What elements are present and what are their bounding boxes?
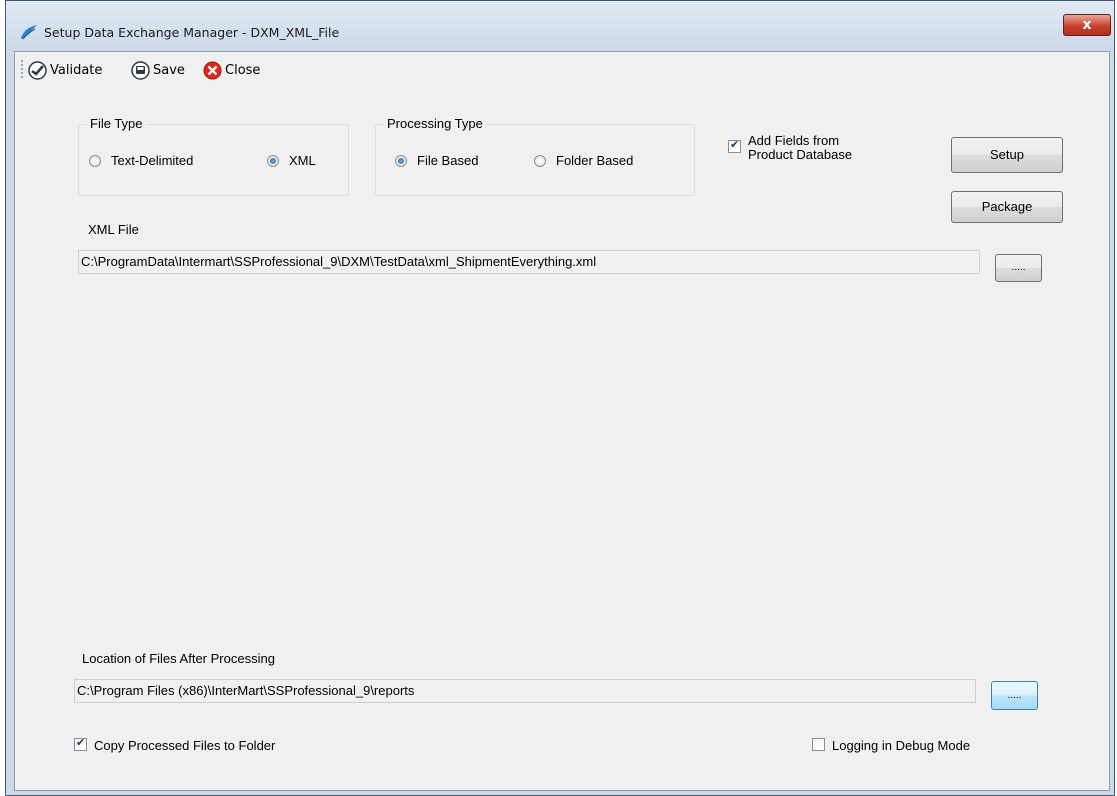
save-icon [131, 60, 150, 80]
save-label: Save [153, 62, 185, 78]
close-label: Close [225, 62, 261, 78]
file-type-group: File Type Text-Delimited XML [78, 116, 349, 196]
radio-indicator [267, 154, 279, 167]
title-bar[interactable]: Setup Data Exchange Manager - DXM_XML_Fi… [6, 1, 1114, 51]
toolbar: Validate Save Close [15, 52, 1109, 86]
radio-file-based-label: File Based [417, 153, 479, 168]
radio-text-delimited-label: Text-Delimited [111, 153, 194, 168]
processing-type-group: Processing Type File Based Folder Based [375, 116, 695, 196]
validate-button[interactable]: Validate [28, 60, 102, 80]
checkbox-indicator [812, 738, 825, 751]
radio-xml[interactable]: XML [267, 153, 316, 168]
radio-indicator [534, 154, 546, 167]
checkbox-indicator [74, 736, 87, 751]
add-fields-label-line1: Add Fields from [748, 133, 840, 148]
validate-icon [28, 60, 47, 80]
package-button[interactable]: Package [951, 191, 1063, 223]
logging-debug-label: Logging in Debug Mode [832, 738, 971, 753]
window: Setup Data Exchange Manager - DXM_XML_Fi… [5, 0, 1115, 796]
radio-xml-label: XML [289, 153, 316, 168]
radio-file-based[interactable]: File Based [395, 153, 478, 168]
radio-indicator [395, 154, 407, 167]
radio-folder-based-label: Folder Based [556, 153, 634, 168]
xml-file-label: XML File [88, 222, 139, 237]
close-icon [203, 61, 222, 79]
save-button[interactable]: Save [131, 60, 185, 80]
add-fields-label-line2: Product Database [748, 147, 853, 162]
setup-button[interactable]: Setup [951, 137, 1063, 173]
xml-file-browse-button[interactable]: ..... [995, 254, 1042, 282]
location-label: Location of Files After Processing [82, 651, 275, 666]
close-button[interactable]: Close [203, 60, 260, 80]
add-fields-checkbox[interactable]: Add Fields from Product Database [728, 134, 852, 162]
radio-text-delimited[interactable]: Text-Delimited [89, 153, 193, 168]
validate-label: Validate [50, 62, 103, 78]
logging-debug-checkbox[interactable]: Logging in Debug Mode [812, 738, 970, 753]
processing-type-legend: Processing Type [384, 116, 486, 131]
copy-processed-label: Copy Processed Files to Folder [94, 738, 276, 753]
radio-indicator [89, 154, 101, 167]
app-icon [20, 24, 38, 40]
window-close-button[interactable]: x [1063, 14, 1111, 36]
dialog-client: Validate Save Close File Type Text-Delim… [14, 51, 1110, 791]
radio-folder-based[interactable]: Folder Based [534, 153, 633, 168]
location-browse-button[interactable]: ..... [991, 681, 1038, 710]
window-title: Setup Data Exchange Manager - DXM_XML_Fi… [44, 25, 340, 40]
checkbox-indicator [728, 138, 741, 153]
copy-processed-checkbox[interactable]: Copy Processed Files to Folder [74, 736, 276, 753]
location-input[interactable]: C:\Program Files (x86)\InterMart\SSProfe… [74, 679, 976, 703]
xml-file-input[interactable]: C:\ProgramData\Intermart\SSProfessional_… [78, 250, 980, 274]
toolbar-grip[interactable] [21, 60, 25, 78]
file-type-legend: File Type [87, 116, 146, 131]
